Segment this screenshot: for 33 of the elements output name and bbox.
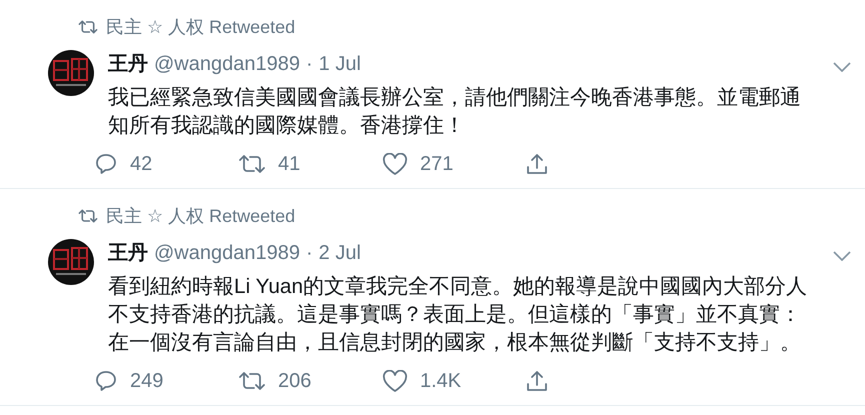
author-name[interactable]: 王丹 [108,239,148,266]
tweet-text-line: 不支持香港的抗議。這是事實嗎？表面上是。但這樣的「事實」並不真實： [108,302,801,328]
retweet-count: 41 [278,152,300,176]
reply-icon[interactable] [94,369,118,393]
tweet-date[interactable]: 2 Jul [318,242,361,265]
separator: · [306,53,313,76]
reply-icon[interactable] [94,152,118,176]
retweet-count: 206 [278,370,312,392]
like-count: 271 [420,152,454,176]
separator: · [306,242,313,265]
share-icon[interactable] [526,369,548,393]
author-handle[interactable]: @wangdan1989 [154,242,300,265]
retweet-attribution[interactable]: 民主 ☆ 人权 Retweeted [106,15,296,39]
tweet-text-line: 在一個沒有言論自由，且信息封閉的國家，根本無從判斷「支持不支持」。 [108,330,801,356]
retweet-icon [78,208,98,224]
share-icon[interactable] [526,152,548,176]
retweet-icon [78,19,98,35]
tweet-text-line: 知所有我認識的國際媒體。香港撐住！ [108,113,465,139]
tweet-text-line: 我已經緊急致信美國國會議長辦公室，請他們關注今晚香港事態。並電郵通 [108,85,801,111]
retweet-icon[interactable] [238,370,266,392]
retweet-attribution[interactable]: 民主 ☆ 人权 Retweeted [106,204,296,228]
retweet-icon[interactable] [238,153,266,175]
author-handle[interactable]: @wangdan1989 [154,53,300,76]
like-count: 1.4K [420,370,462,392]
reply-count: 42 [130,152,152,176]
chevron-down-icon[interactable] [833,251,851,261]
heart-icon[interactable] [382,370,408,392]
tweet-text-line: 看到紐約時報Li Yuan的文章我完全不同意。她的報導是說中國國內大部分人 [108,274,808,300]
tweet-date[interactable]: 1 Jul [318,53,361,76]
chevron-down-icon[interactable] [833,62,851,72]
reply-count: 249 [130,370,164,392]
author-name[interactable]: 王丹 [108,50,148,77]
heart-icon[interactable] [382,152,408,176]
